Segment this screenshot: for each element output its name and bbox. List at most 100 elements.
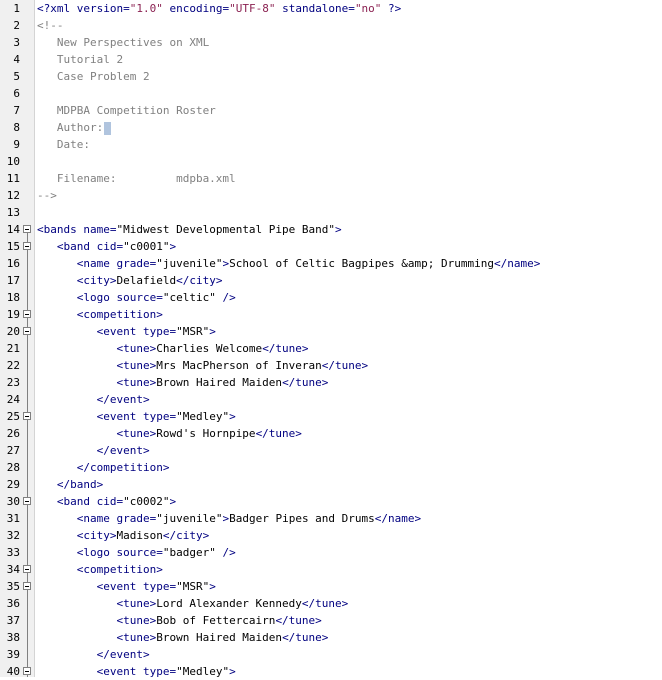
code-line[interactable]: 21 <tune>Charlies Welcome</tune> bbox=[0, 340, 662, 357]
code-token: <tune> bbox=[37, 614, 157, 627]
code-text: <tune>Charlies Welcome</tune> bbox=[37, 340, 308, 357]
code-token: type= bbox=[142, 580, 177, 593]
code-line[interactable]: 26 <tune>Rowd's Hornpipe</tune> bbox=[0, 425, 662, 442]
line-number: 17 bbox=[6, 274, 20, 287]
code-token: <city> bbox=[37, 274, 117, 287]
fold-toggle-icon[interactable] bbox=[23, 565, 31, 573]
line-number: 34 bbox=[6, 563, 20, 576]
code-token: Bob of Fettercairn bbox=[156, 614, 276, 627]
code-line[interactable]: 16 <name grade="juvenile">School of Celt… bbox=[0, 255, 662, 272]
line-number: 39 bbox=[6, 648, 20, 661]
code-line[interactable]: 33 <logo source="badger" /> bbox=[0, 544, 662, 561]
code-token: New Perspectives on XML bbox=[37, 36, 210, 49]
code-line[interactable]: 23 <tune>Brown Haired Maiden</tune> bbox=[0, 374, 662, 391]
code-area[interactable]: 1 <?xml version="1.0" encoding="UTF-8" st… bbox=[0, 0, 662, 680]
code-token: Rowd's Hornpipe bbox=[156, 427, 256, 440]
fold-toggle-icon[interactable] bbox=[23, 310, 31, 318]
code-line[interactable]: 7 MDPBA Competition Roster bbox=[0, 102, 662, 119]
code-token: <city> bbox=[37, 529, 117, 542]
code-text: <event type="MSR"> bbox=[37, 323, 216, 340]
code-line[interactable]: 6 bbox=[0, 85, 662, 102]
code-text: </event> bbox=[37, 442, 150, 459]
fold-toggle-icon[interactable] bbox=[23, 412, 31, 420]
line-number: 24 bbox=[6, 393, 20, 406]
code-token: </city> bbox=[162, 529, 210, 542]
code-line[interactable]: 20 <event type="MSR"> bbox=[0, 323, 662, 340]
code-line[interactable]: 4 Tutorial 2 bbox=[0, 51, 662, 68]
code-line[interactable]: 3 New Perspectives on XML bbox=[0, 34, 662, 51]
code-line[interactable]: 28 </competition> bbox=[0, 459, 662, 476]
xml-editor[interactable]: 1 <?xml version="1.0" encoding="UTF-8" st… bbox=[0, 0, 662, 680]
line-number: 13 bbox=[6, 206, 20, 219]
code-token: <event bbox=[37, 325, 143, 338]
code-line[interactable]: 22 <tune>Mrs MacPherson of Inveran</tune… bbox=[0, 357, 662, 374]
code-line[interactable]: 27 </event> bbox=[0, 442, 662, 459]
fold-toggle-icon[interactable] bbox=[23, 225, 31, 233]
fold-toggle-icon[interactable] bbox=[23, 327, 31, 335]
code-line[interactable]: 40 <event type="Medley"> bbox=[0, 663, 662, 680]
code-token: <tune> bbox=[37, 427, 157, 440]
code-line[interactable]: 9 Date: bbox=[0, 136, 662, 153]
code-line[interactable]: 31 <name grade="juvenile">Badger Pipes a… bbox=[0, 510, 662, 527]
code-token: "badger" bbox=[162, 546, 216, 559]
code-token: </tune> bbox=[282, 376, 329, 389]
code-token: </tune> bbox=[255, 427, 302, 440]
code-token: <tune> bbox=[37, 359, 157, 372]
code-line[interactable]: 11 Filename: mdpba.xml bbox=[0, 170, 662, 187]
fold-toggle-icon[interactable] bbox=[23, 497, 31, 505]
code-line[interactable]: 32 <city>Madison</city> bbox=[0, 527, 662, 544]
code-token: <band bbox=[37, 240, 97, 253]
code-token: </tune> bbox=[275, 614, 322, 627]
code-token: <logo bbox=[37, 546, 117, 559]
line-number: 36 bbox=[6, 597, 20, 610]
code-line[interactable]: 25 <event type="Medley"> bbox=[0, 408, 662, 425]
code-token: type= bbox=[142, 325, 177, 338]
code-line[interactable]: 17 <city>Delafield</city> bbox=[0, 272, 662, 289]
code-text: --> bbox=[37, 187, 57, 204]
code-token: "Midwest Developmental Pipe Band" bbox=[116, 223, 336, 236]
line-number: 21 bbox=[6, 342, 20, 355]
code-token: <bands bbox=[37, 223, 84, 236]
code-token: type= bbox=[142, 410, 177, 423]
code-line[interactable]: 8 Author: bbox=[0, 119, 662, 136]
code-text: </event> bbox=[37, 391, 150, 408]
code-line[interactable]: 34 <competition> bbox=[0, 561, 662, 578]
code-token: "MSR" bbox=[176, 325, 210, 338]
code-line[interactable]: 2 <!-- bbox=[0, 17, 662, 34]
code-text: <band cid="c0002"> bbox=[37, 493, 176, 510]
code-line[interactable]: 15 <band cid="c0001"> bbox=[0, 238, 662, 255]
line-number: 7 bbox=[13, 104, 20, 117]
code-text: Tutorial 2 bbox=[37, 51, 123, 68]
code-line[interactable]: 12 --> bbox=[0, 187, 662, 204]
code-line[interactable]: 36 <tune>Lord Alexander Kennedy</tune> bbox=[0, 595, 662, 612]
code-line[interactable]: 14 <bands name="Midwest Developmental Pip… bbox=[0, 221, 662, 238]
code-text: MDPBA Competition Roster bbox=[37, 102, 216, 119]
code-line[interactable]: 13 bbox=[0, 204, 662, 221]
code-token: > bbox=[209, 580, 216, 593]
code-line[interactable]: 19 <competition> bbox=[0, 306, 662, 323]
code-line[interactable]: 18 <logo source="celtic" /> bbox=[0, 289, 662, 306]
code-line[interactable]: 39 </event> bbox=[0, 646, 662, 663]
code-token: <logo bbox=[37, 291, 117, 304]
line-number: 28 bbox=[6, 461, 20, 474]
fold-toggle-icon[interactable] bbox=[23, 582, 31, 590]
code-line[interactable]: 29 </band> bbox=[0, 476, 662, 493]
code-line[interactable]: 1 <?xml version="1.0" encoding="UTF-8" st… bbox=[0, 0, 662, 17]
code-text: <name grade="juvenile">School of Celtic … bbox=[37, 255, 541, 272]
code-line[interactable]: 37 <tune>Bob of Fettercairn</tune> bbox=[0, 612, 662, 629]
code-token: Charlies Welcome bbox=[156, 342, 263, 355]
code-line[interactable]: 5 Case Problem 2 bbox=[0, 68, 662, 85]
code-token: "Medley" bbox=[176, 665, 230, 678]
code-line[interactable]: 38 <tune>Brown Haired Maiden</tune> bbox=[0, 629, 662, 646]
code-line[interactable]: 30 <band cid="c0002"> bbox=[0, 493, 662, 510]
code-line[interactable]: 10 bbox=[0, 153, 662, 170]
code-line[interactable]: 24 </event> bbox=[0, 391, 662, 408]
line-number: 4 bbox=[13, 53, 20, 66]
text-cursor bbox=[104, 121, 112, 135]
fold-toggle-icon[interactable] bbox=[23, 667, 31, 675]
fold-toggle-icon[interactable] bbox=[23, 242, 31, 250]
line-number: 14 bbox=[6, 223, 20, 236]
code-line[interactable]: 35 <event type="MSR"> bbox=[0, 578, 662, 595]
code-token: <name bbox=[37, 512, 117, 525]
line-number: 22 bbox=[6, 359, 20, 372]
